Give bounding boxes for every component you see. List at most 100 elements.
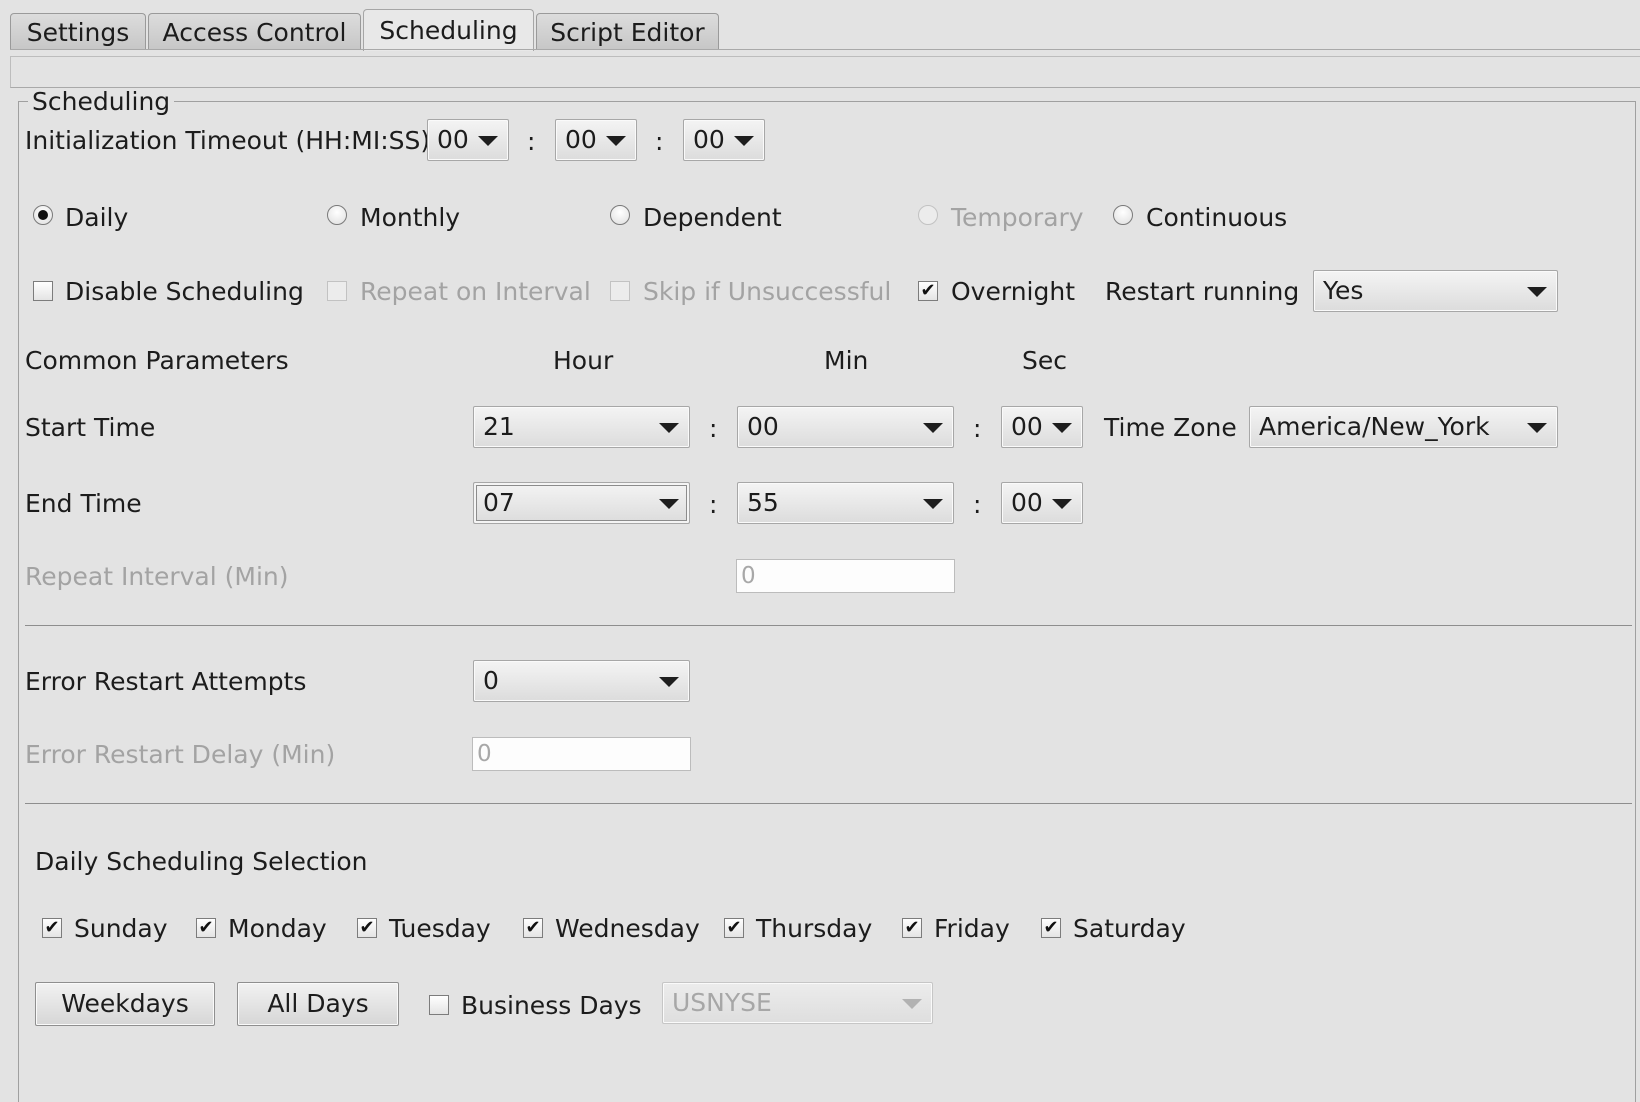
time-separator: : bbox=[709, 414, 718, 443]
radio-daily-label[interactable]: Daily bbox=[65, 203, 128, 233]
weekdays-button[interactable]: Weekdays bbox=[35, 982, 215, 1026]
chevron-down-icon bbox=[923, 423, 943, 433]
repeat-on-interval-label: Repeat on Interval bbox=[360, 277, 591, 306]
time-zone-select[interactable]: America/New_York bbox=[1249, 406, 1558, 448]
business-days-label[interactable]: Business Days bbox=[461, 991, 642, 1021]
repeat-on-interval-checkbox bbox=[327, 281, 347, 301]
business-calendar-select: USNYSE bbox=[662, 982, 933, 1024]
time-separator: : bbox=[973, 490, 982, 519]
end-time-label: End Time bbox=[25, 489, 142, 518]
chevron-down-icon bbox=[734, 136, 754, 146]
group-title: Scheduling bbox=[28, 88, 175, 116]
tuesday-label[interactable]: Tuesday bbox=[389, 914, 491, 944]
tuesday-checkbox[interactable]: ✔ bbox=[357, 918, 377, 938]
time-zone-value: America/New_York bbox=[1259, 412, 1490, 441]
end-min-value: 55 bbox=[747, 488, 779, 517]
thursday-label[interactable]: Thursday bbox=[756, 914, 872, 944]
radio-monthly[interactable] bbox=[327, 205, 347, 225]
saturday-label[interactable]: Saturday bbox=[1073, 914, 1186, 944]
chevron-down-icon bbox=[659, 499, 679, 509]
wednesday-checkbox[interactable]: ✔ bbox=[523, 918, 543, 938]
error-restart-attempts-label: Error Restart Attempts bbox=[25, 667, 307, 696]
saturday-checkbox[interactable]: ✔ bbox=[1041, 918, 1061, 938]
radio-daily[interactable] bbox=[33, 205, 53, 225]
min-column-label: Min bbox=[824, 346, 869, 375]
chevron-down-icon bbox=[478, 136, 498, 146]
tab-divider bbox=[10, 49, 1640, 50]
overnight-label[interactable]: Overnight bbox=[951, 277, 1075, 307]
start-time-label: Start Time bbox=[25, 413, 156, 442]
time-separator: : bbox=[655, 127, 664, 156]
start-sec-value: 00 bbox=[1011, 412, 1043, 441]
monday-checkbox[interactable]: ✔ bbox=[196, 918, 216, 938]
chevron-down-icon bbox=[659, 423, 679, 433]
toolbar-strip bbox=[10, 56, 1640, 88]
chevron-down-icon bbox=[902, 999, 922, 1009]
radio-continuous-label[interactable]: Continuous bbox=[1146, 203, 1287, 233]
friday-label[interactable]: Friday bbox=[934, 914, 1010, 944]
tab-settings[interactable]: Settings bbox=[10, 13, 146, 49]
wednesday-label[interactable]: Wednesday bbox=[555, 914, 700, 944]
overnight-checkbox[interactable]: ✔ bbox=[918, 281, 938, 301]
chevron-down-icon bbox=[923, 499, 943, 509]
end-hour-select[interactable]: 07 bbox=[473, 482, 690, 524]
tab-scheduling[interactable]: Scheduling bbox=[363, 9, 534, 51]
disable-scheduling-checkbox[interactable] bbox=[33, 281, 53, 301]
tab-access-control[interactable]: Access Control bbox=[148, 13, 361, 49]
repeat-interval-label: Repeat Interval (Min) bbox=[25, 562, 289, 591]
chevron-down-icon bbox=[606, 136, 626, 146]
init-timeout-ss-value: 00 bbox=[693, 125, 725, 154]
tab-script-editor[interactable]: Script Editor bbox=[536, 13, 719, 49]
init-timeout-ss-select[interactable]: 00 bbox=[683, 119, 765, 161]
divider bbox=[25, 625, 1632, 626]
restart-running-label: Restart running bbox=[1105, 277, 1300, 306]
chevron-down-icon bbox=[1052, 499, 1072, 509]
init-timeout-hh-value: 00 bbox=[437, 125, 469, 154]
restart-running-value: Yes bbox=[1323, 276, 1364, 305]
business-days-checkbox[interactable] bbox=[429, 995, 449, 1015]
scheduling-group bbox=[18, 101, 1636, 1102]
monday-label[interactable]: Monday bbox=[228, 914, 327, 944]
start-hour-value: 21 bbox=[483, 412, 515, 441]
radio-monthly-label[interactable]: Monthly bbox=[360, 203, 460, 233]
end-sec-value: 00 bbox=[1011, 488, 1043, 517]
common-parameters-label: Common Parameters bbox=[25, 346, 289, 375]
radio-dependent-label[interactable]: Dependent bbox=[643, 203, 782, 233]
skip-if-unsuccessful-label: Skip if Unsuccessful bbox=[643, 277, 892, 306]
error-restart-delay-field: 0 bbox=[472, 737, 691, 771]
friday-checkbox[interactable]: ✔ bbox=[902, 918, 922, 938]
repeat-interval-field: 0 bbox=[736, 559, 955, 593]
radio-temporary-label: Temporary bbox=[951, 203, 1084, 232]
sunday-label[interactable]: Sunday bbox=[74, 914, 168, 944]
radio-temporary bbox=[918, 205, 938, 225]
daily-selection-title: Daily Scheduling Selection bbox=[35, 847, 368, 876]
all-days-button[interactable]: All Days bbox=[237, 982, 399, 1026]
divider bbox=[25, 803, 1632, 804]
sunday-checkbox[interactable]: ✔ bbox=[42, 918, 62, 938]
end-hour-value: 07 bbox=[483, 488, 515, 517]
init-timeout-mi-select[interactable]: 00 bbox=[555, 119, 637, 161]
start-min-select[interactable]: 00 bbox=[737, 406, 954, 448]
start-hour-select[interactable]: 21 bbox=[473, 406, 690, 448]
radio-dependent[interactable] bbox=[610, 205, 630, 225]
init-timeout-label: Initialization Timeout (HH:MI:SS) bbox=[25, 126, 431, 155]
chevron-down-icon bbox=[1527, 287, 1547, 297]
end-sec-select[interactable]: 00 bbox=[1001, 482, 1083, 524]
disable-scheduling-label[interactable]: Disable Scheduling bbox=[65, 277, 304, 307]
init-timeout-hh-select[interactable]: 00 bbox=[427, 119, 509, 161]
radio-continuous[interactable] bbox=[1113, 205, 1133, 225]
start-sec-select[interactable]: 00 bbox=[1001, 406, 1083, 448]
time-separator: : bbox=[527, 127, 536, 156]
thursday-checkbox[interactable]: ✔ bbox=[724, 918, 744, 938]
init-timeout-mi-value: 00 bbox=[565, 125, 597, 154]
chevron-down-icon bbox=[1052, 423, 1072, 433]
chevron-down-icon bbox=[659, 677, 679, 687]
error-restart-attempts-select[interactable]: 0 bbox=[473, 660, 690, 702]
sec-column-label: Sec bbox=[1022, 346, 1067, 375]
restart-running-select[interactable]: Yes bbox=[1313, 270, 1558, 312]
error-restart-attempts-value: 0 bbox=[483, 666, 499, 695]
time-separator: : bbox=[973, 414, 982, 443]
end-min-select[interactable]: 55 bbox=[737, 482, 954, 524]
time-zone-label: Time Zone bbox=[1104, 413, 1237, 442]
start-min-value: 00 bbox=[747, 412, 779, 441]
